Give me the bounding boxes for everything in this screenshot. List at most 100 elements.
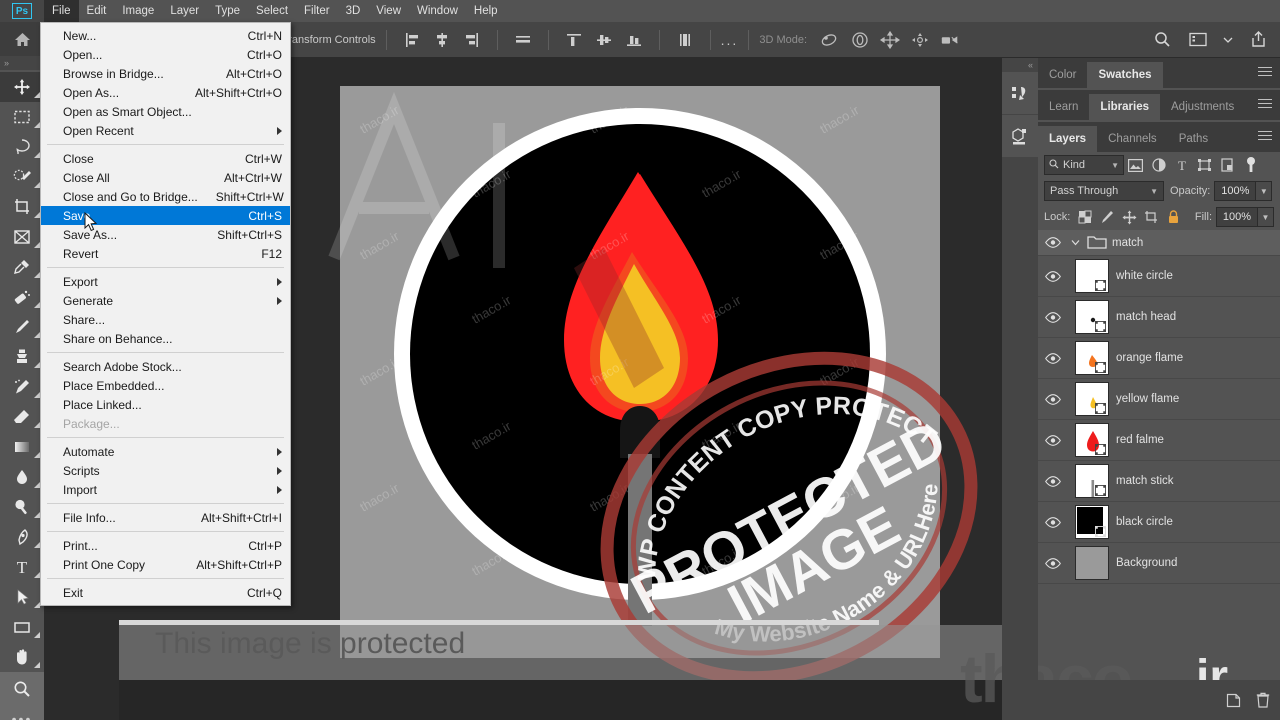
layer-visibility-toggle[interactable]: [1038, 352, 1068, 364]
distribute-spacing-icon[interactable]: [675, 30, 695, 50]
fill-value[interactable]: 100%: [1216, 207, 1258, 227]
tab-libraries[interactable]: Libraries: [1089, 94, 1160, 120]
layer-visibility-toggle[interactable]: [1038, 311, 1068, 323]
menu-layer[interactable]: Layer: [162, 0, 207, 22]
shape-filter-icon[interactable]: [1193, 155, 1216, 175]
menu-view[interactable]: View: [368, 0, 409, 22]
menu-item-open-as-smart-object[interactable]: Open as Smart Object...: [41, 102, 290, 121]
menu-item-close[interactable]: Close Ctrl+W: [41, 149, 290, 168]
menu-item-file-info[interactable]: File Info... Alt+Shift+Ctrl+I: [41, 508, 290, 527]
layer-visibility-toggle[interactable]: [1038, 475, 1068, 487]
layer-visibility-toggle[interactable]: [1038, 434, 1068, 446]
lock-image-icon[interactable]: [1096, 207, 1118, 227]
panel-menu-icon[interactable]: [1258, 99, 1272, 111]
menu-3d[interactable]: 3D: [338, 0, 369, 22]
menu-item-open-recent[interactable]: Open Recent: [41, 121, 290, 140]
collapse-panels-icon[interactable]: «: [1002, 58, 1038, 72]
rectangle-tool[interactable]: [0, 612, 44, 642]
align-vertical-top-icon[interactable]: [564, 30, 584, 50]
type-tool[interactable]: T: [0, 552, 44, 582]
menu-file[interactable]: File: [44, 0, 79, 22]
eyedropper-tool[interactable]: [0, 252, 44, 282]
menu-item-revert[interactable]: Revert F12: [41, 244, 290, 263]
history-mini-icon[interactable]: [1002, 72, 1038, 114]
layer-name[interactable]: black circle: [1116, 516, 1173, 528]
brush-tool[interactable]: [0, 312, 44, 342]
menu-select[interactable]: Select: [248, 0, 296, 22]
history-brush-tool[interactable]: [0, 372, 44, 402]
menu-item-place-embedded[interactable]: Place Embedded...: [41, 376, 290, 395]
crop-tool[interactable]: [0, 192, 44, 222]
menu-item-save[interactable]: Save Ctrl+S: [41, 206, 290, 225]
menu-item-export[interactable]: Export: [41, 272, 290, 291]
smart-object-filter-icon[interactable]: [1216, 155, 1239, 175]
layer-name[interactable]: match: [1112, 237, 1143, 249]
group-expand-chevron-down-icon[interactable]: [1068, 239, 1082, 246]
tab-swatches[interactable]: Swatches: [1087, 62, 1163, 88]
collapse-right-icon[interactable]: »: [0, 56, 44, 70]
menu-item-open[interactable]: Open... Ctrl+O: [41, 45, 290, 64]
layer-row-background[interactable]: Background: [1038, 543, 1280, 584]
3d-mini-icon[interactable]: [1002, 115, 1038, 157]
clone-stamp-tool[interactable]: [0, 342, 44, 372]
tab-learn[interactable]: Learn: [1038, 94, 1089, 120]
zoom-tool[interactable]: [0, 672, 44, 706]
menu-item-new[interactable]: New... Ctrl+N: [41, 26, 290, 45]
panel-menu-icon[interactable]: [1258, 67, 1272, 79]
menu-item-print[interactable]: Print... Ctrl+P: [41, 536, 290, 555]
menu-item-exit[interactable]: Exit Ctrl+Q: [41, 583, 290, 602]
menu-item-save-as[interactable]: Save As... Shift+Ctrl+S: [41, 225, 290, 244]
menu-item-scripts[interactable]: Scripts: [41, 461, 290, 480]
layer-visibility-toggle[interactable]: [1038, 516, 1068, 528]
path-selection-tool[interactable]: [0, 582, 44, 612]
lock-artboard-icon[interactable]: [1140, 207, 1162, 227]
slide-3d-icon[interactable]: [910, 30, 930, 50]
rectangular-marquee-tool[interactable]: [0, 102, 44, 132]
align-left-edges-icon[interactable]: [402, 30, 422, 50]
lock-position-icon[interactable]: [1118, 207, 1140, 227]
quick-selection-tool[interactable]: [0, 162, 44, 192]
layer-name[interactable]: match stick: [1116, 475, 1174, 487]
layer-name[interactable]: red falme: [1116, 434, 1164, 446]
blur-tool[interactable]: [0, 462, 44, 492]
layer-name[interactable]: Background: [1116, 557, 1177, 569]
layer-row-yellow-flame[interactable]: yellow flame: [1038, 379, 1280, 420]
edit-toolbar-tool[interactable]: •••: [0, 706, 44, 720]
fill-chevron-down-icon[interactable]: ▼: [1258, 207, 1274, 227]
filter-toggle-icon[interactable]: [1239, 155, 1262, 175]
menu-item-search-adobe-stock[interactable]: Search Adobe Stock...: [41, 357, 290, 376]
layer-visibility-toggle[interactable]: [1038, 237, 1068, 248]
layer-visibility-toggle[interactable]: [1038, 270, 1068, 282]
menu-item-generate[interactable]: Generate: [41, 291, 290, 310]
scale-3d-icon[interactable]: [940, 30, 960, 50]
align-vertical-centers-icon[interactable]: [594, 30, 614, 50]
menu-item-open-as[interactable]: Open As... Alt+Shift+Ctrl+O: [41, 83, 290, 102]
tab-layers[interactable]: Layers: [1038, 126, 1098, 152]
align-top-edges-icon[interactable]: [513, 30, 533, 50]
search-icon[interactable]: [1152, 30, 1172, 50]
gradient-tool[interactable]: [0, 432, 44, 462]
opacity-chevron-down-icon[interactable]: ▼: [1256, 181, 1273, 201]
menu-image[interactable]: Image: [114, 0, 162, 22]
tab-color[interactable]: Color: [1038, 62, 1087, 88]
menu-type[interactable]: Type: [207, 0, 248, 22]
eraser-tool[interactable]: [0, 402, 44, 432]
menu-window[interactable]: Window: [409, 0, 466, 22]
tab-channels[interactable]: Channels: [1097, 126, 1168, 152]
menu-item-close-and-go-to-bridge[interactable]: Close and Go to Bridge... Shift+Ctrl+W: [41, 187, 290, 206]
layer-row-white-circle[interactable]: white circle: [1038, 256, 1280, 297]
roll-3d-icon[interactable]: [850, 30, 870, 50]
menu-item-close-all[interactable]: Close All Alt+Ctrl+W: [41, 168, 290, 187]
lock-all-icon[interactable]: [1162, 207, 1184, 227]
layer-row-orange-flame[interactable]: orange flame: [1038, 338, 1280, 379]
layer-row-match-group[interactable]: match: [1038, 230, 1280, 256]
layer-name[interactable]: match head: [1116, 311, 1176, 323]
layer-name[interactable]: yellow flame: [1116, 393, 1179, 405]
artboard[interactable]: thaco.ir thaco.ir thaco.ir thaco.ir thac…: [340, 86, 940, 658]
layer-visibility-toggle[interactable]: [1038, 557, 1068, 569]
lock-transparency-icon[interactable]: [1074, 207, 1096, 227]
menu-item-share-on-behance[interactable]: Share on Behance...: [41, 329, 290, 348]
spot-healing-brush-tool[interactable]: [0, 282, 44, 312]
align-right-edges-icon[interactable]: [462, 30, 482, 50]
frame-tool[interactable]: [0, 222, 44, 252]
